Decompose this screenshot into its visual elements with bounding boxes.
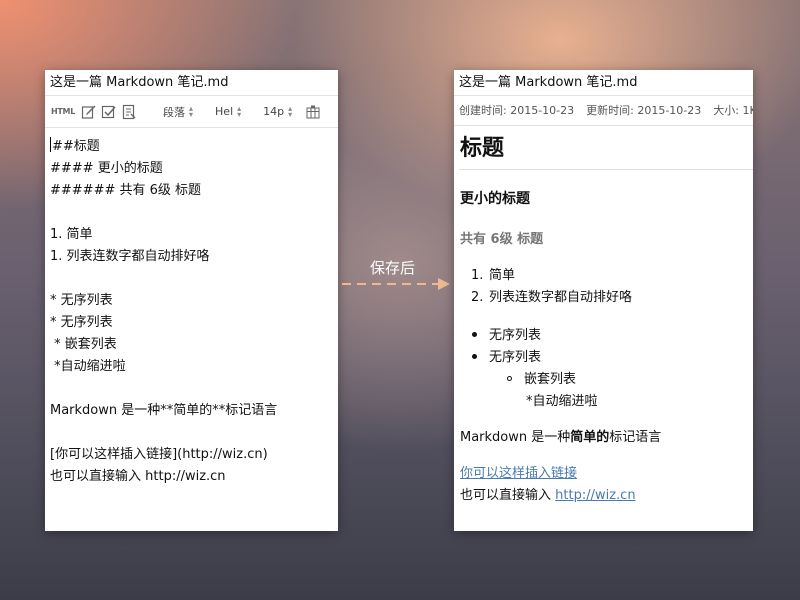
rendered-preview: 标题 更小的标题 共有 6级 标题 1. 简单 2. 列表连数字都自动排好咯 无序列… [454, 126, 753, 507]
editor-line: ##标题 [52, 139, 100, 154]
updated-time: 更新时间: 2015-10-23 [586, 104, 702, 117]
bullet-icon [472, 332, 477, 337]
document-icon[interactable] [121, 104, 137, 120]
bold-text: 简单的 [570, 430, 610, 445]
font-select[interactable]: Hel ▴ ▾ [215, 103, 242, 119]
preview-window: 这是一篇 Markdown 笔记.md 创建时间: 2015-10-23 更新时间… [454, 70, 753, 531]
created-time: 创建时间: 2015-10-23 [459, 104, 575, 117]
paragraph-select[interactable]: 段落 ▴ ▾ [163, 104, 193, 120]
editor-line: * 嵌套列表 [50, 337, 117, 352]
edit-note-icon[interactable] [81, 104, 97, 120]
list-item: 1. 简单 [471, 268, 516, 283]
text-cursor [50, 137, 51, 152]
checkbox-icon[interactable] [101, 104, 117, 120]
preview-title: 这是一篇 Markdown 笔记.md [454, 70, 753, 96]
editor-line: [你可以这样插入链接](http://wiz.cn) [50, 447, 268, 462]
font-size-select[interactable]: 14p ▴ ▾ [263, 103, 293, 119]
editor-line: 1. 简单 [50, 227, 93, 242]
editor-title: 这是一篇 Markdown 笔记.md [45, 70, 338, 96]
file-size: 大小: 1KB [713, 104, 753, 117]
dashed-arrow-icon [342, 278, 450, 290]
editor-line: Markdown 是一种**简单的**标记语言 [50, 403, 278, 418]
links-block: 你可以这样插入链接 也可以直接输入 http://wiz.cn [460, 466, 636, 503]
font-select-label: Hel [215, 105, 234, 118]
ordered-list: 1. 简单 2. 列表连数字都自动排好咯 [460, 265, 747, 309]
editor-line: #### 更小的标题 [50, 161, 163, 176]
editor-line: 也可以直接输入 http://wiz.cn [50, 469, 226, 484]
list-item: 无序列表 [460, 347, 747, 369]
table-icon[interactable] [306, 105, 320, 119]
editor-line: * 无序列表 [50, 293, 113, 308]
editor-line: * 无序列表 [50, 315, 113, 330]
auto-link[interactable]: http://wiz.cn [555, 488, 635, 503]
editor-window: 这是一篇 Markdown 笔记.md HTML 段落 ▴ ▾ Hel ▴ ▾ 14… [45, 70, 338, 531]
inserted-link[interactable]: 你可以这样插入链接 [460, 466, 577, 481]
paragraph: Markdown 是一种简单的标记语言 [460, 430, 662, 445]
heading-3: 更小的标题 [460, 191, 530, 207]
chevron-updown-icon: ▴ ▾ [288, 103, 293, 119]
chevron-updown-icon: ▴ ▾ [237, 103, 242, 119]
heading-1: 标题 [459, 126, 753, 170]
editor-line: *自动缩进啦 [50, 359, 126, 374]
hollow-bullet-icon [507, 376, 512, 381]
list-item: 无序列表 [460, 325, 747, 347]
bullet-icon [472, 354, 477, 359]
nested-list-continuation: *自动缩进啦 [526, 394, 598, 409]
heading-6: 共有 6级 标题 [460, 232, 544, 247]
note-meta: 创建时间: 2015-10-23 更新时间: 2015-10-23 大小: 1KB [454, 96, 753, 126]
paragraph-select-label: 段落 [163, 105, 186, 119]
editor-toolbar: HTML 段落 ▴ ▾ Hel ▴ ▾ 14p ▴ ▾ [45, 96, 338, 128]
unordered-list: 无序列表 无序列表 嵌套列表 *自动缩进啦 [460, 325, 747, 413]
editor-line: ###### 共有 6级 标题 [50, 183, 202, 198]
chevron-updown-icon: ▴ ▾ [189, 103, 194, 119]
html-mode-button[interactable]: HTML [51, 107, 75, 116]
font-size-select-label: 14p [263, 105, 285, 118]
nested-list-item: 嵌套列表 [460, 369, 747, 391]
connector-label: 保存后 [370, 259, 416, 277]
editor-line: 1. 列表连数字都自动排好咯 [50, 249, 210, 264]
list-item: 2. 列表连数字都自动排好咯 [471, 290, 633, 305]
markdown-editor[interactable]: ##标题 #### 更小的标题 ###### 共有 6级 标题 1. 简单 1.… [45, 128, 338, 496]
